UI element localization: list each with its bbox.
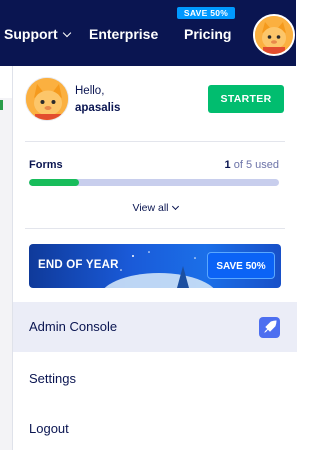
rocket-icon bbox=[259, 317, 280, 338]
menu-item-settings[interactable]: Settings bbox=[13, 354, 297, 404]
user-avatar-icon bbox=[26, 78, 68, 120]
promo-button[interactable]: SAVE 50% bbox=[207, 252, 275, 279]
menu-item-label: Settings bbox=[29, 371, 76, 386]
avatar-icon bbox=[255, 16, 293, 54]
promo-text: END OF YEAR bbox=[38, 259, 119, 271]
plan-button[interactable]: STARTER bbox=[208, 85, 284, 113]
forms-usage-count: 1 of 5 used bbox=[225, 159, 279, 171]
nav-pricing[interactable]: Pricing bbox=[184, 26, 231, 42]
username: apasalis bbox=[75, 102, 121, 114]
menu-item-label: Admin Console bbox=[29, 319, 118, 334]
page-background bbox=[0, 98, 12, 450]
nav-enterprise[interactable]: Enterprise bbox=[89, 26, 158, 42]
chevron-down-icon bbox=[62, 28, 71, 38]
page-edge-marker bbox=[0, 100, 3, 110]
promo-banner[interactable]: END OF YEAR SAVE 50% bbox=[29, 244, 281, 288]
forms-progress-fill bbox=[29, 179, 79, 186]
top-nav: Support Enterprise SAVE 50% Pricing bbox=[0, 0, 296, 66]
nav-support-label: Support bbox=[4, 26, 58, 42]
view-all-link[interactable]: View all bbox=[13, 202, 297, 214]
user-header: Hello, apasalis STARTER bbox=[13, 66, 297, 138]
avatar bbox=[25, 77, 69, 121]
forms-total: of 5 used bbox=[230, 159, 279, 171]
account-dropdown: Hello, apasalis STARTER Forms 1 of 5 use… bbox=[12, 66, 297, 450]
sale-badge: SAVE 50% bbox=[177, 7, 235, 19]
forms-label: Forms bbox=[29, 159, 63, 171]
greeting: Hello, bbox=[75, 85, 105, 97]
divider bbox=[25, 141, 285, 142]
menu-item-admin-console[interactable]: Admin Console bbox=[13, 302, 297, 352]
menu-item-logout[interactable]: Logout bbox=[13, 404, 297, 450]
nav-support[interactable]: Support bbox=[4, 26, 71, 42]
avatar[interactable] bbox=[253, 14, 295, 56]
forms-progress-bar bbox=[29, 179, 279, 186]
view-all-label: View all bbox=[132, 202, 169, 214]
divider bbox=[25, 228, 285, 229]
menu-item-label: Logout bbox=[29, 421, 69, 436]
chevron-down-icon bbox=[171, 202, 179, 211]
